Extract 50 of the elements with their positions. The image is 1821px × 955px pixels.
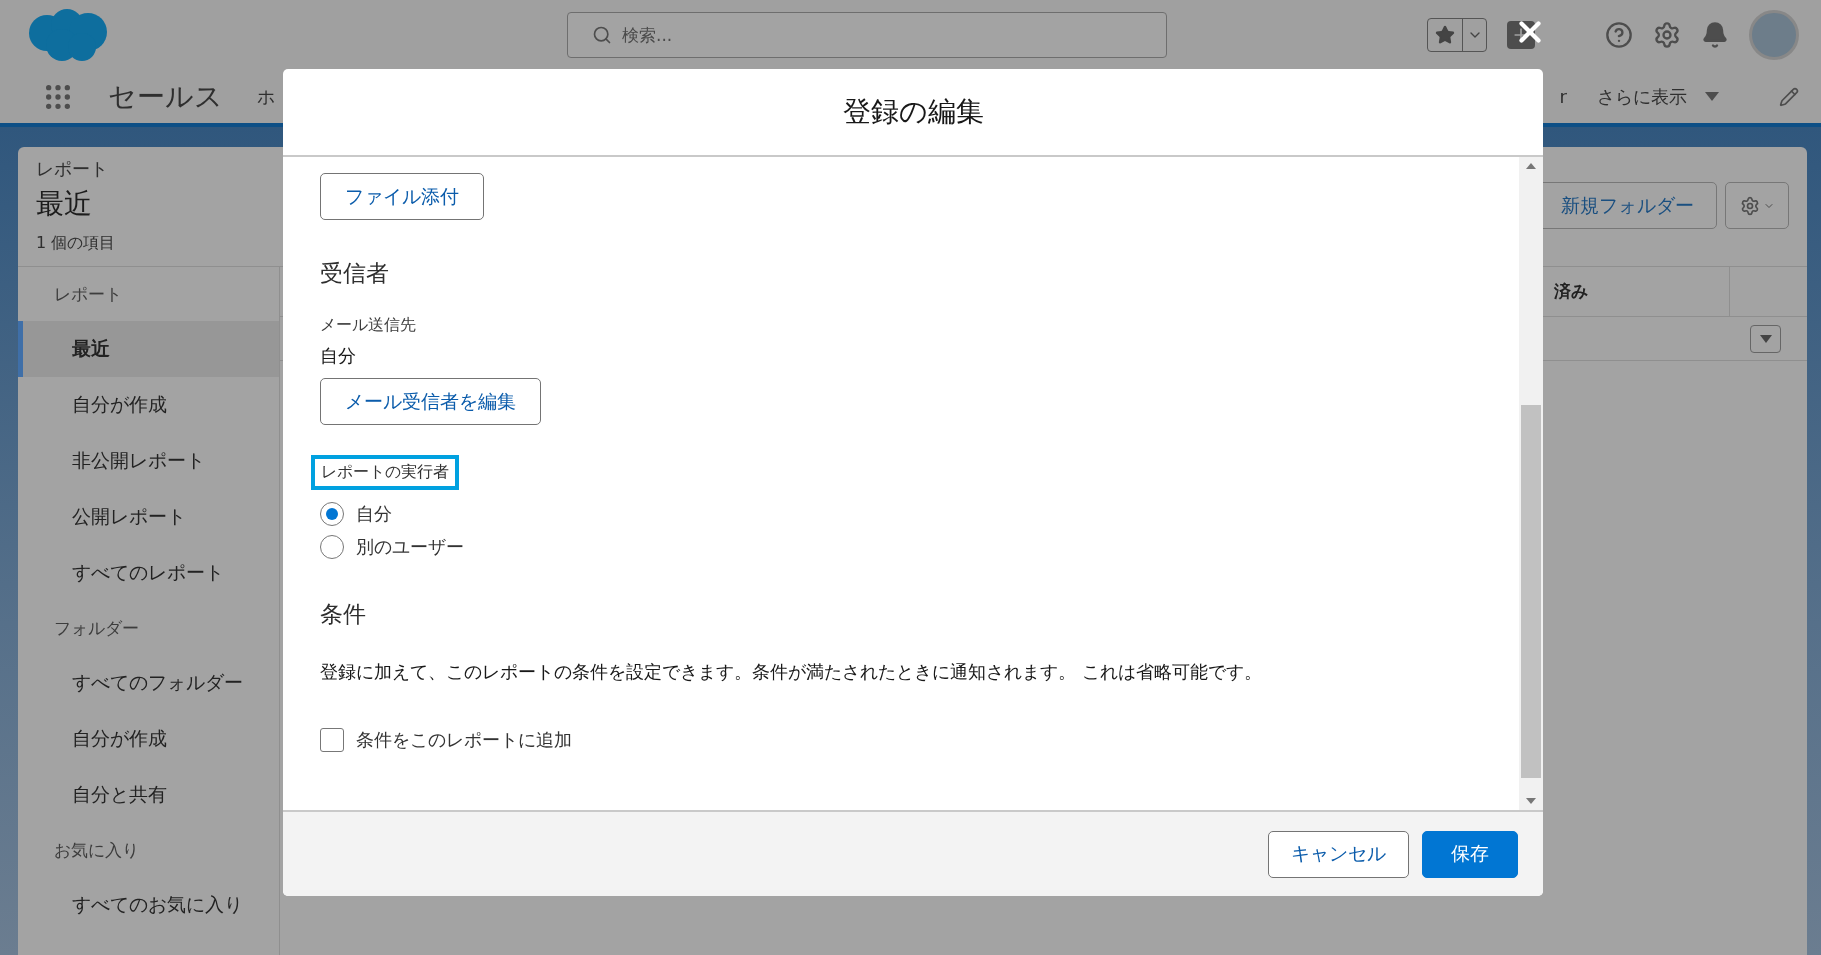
settings-icon[interactable] (1653, 21, 1681, 49)
section-title: 条件 (320, 600, 366, 629)
sidebar-item[interactable]: 自分と共有 (18, 767, 279, 823)
modal-title: 登録の編集 (842, 94, 984, 130)
search-field[interactable]: 検索... (567, 12, 1167, 58)
caret-icon (1759, 334, 1772, 343)
description-text: 登録に加えて、このレポートの条件を設定できます。条件が満たされたときに通知されます。 これは省略可能です。 (320, 660, 1262, 684)
radio-label: 自分 (356, 502, 392, 526)
checkbox[interactable] (320, 728, 344, 752)
column-header: 済み (1553, 280, 1589, 303)
field-label: メール送信先 (320, 315, 416, 336)
row-menu-button[interactable] (1750, 324, 1781, 353)
sidebar-item[interactable]: 自分が作成 (18, 377, 279, 433)
section-heading: お気に入り (53, 838, 140, 862)
scrollbar[interactable] (1519, 157, 1543, 810)
section-heading: レポート (53, 282, 123, 306)
help-icon[interactable] (1605, 21, 1633, 49)
nav-tab[interactable]: r (1559, 86, 1567, 107)
highlighted-label: レポートの実行者 (311, 455, 459, 490)
sidebar-item[interactable]: すべてのレポート (18, 545, 279, 601)
sidebar-item[interactable]: 公開レポート (18, 489, 279, 545)
edit-recipients-button[interactable]: メール受信者を編集 (320, 378, 541, 425)
more-tab[interactable]: さらに表示 (1597, 84, 1687, 109)
cancel-button[interactable]: キャンセル (1268, 830, 1409, 878)
sidebar-item[interactable]: 自分が作成 (18, 711, 279, 767)
settings-menu-button[interactable] (1725, 182, 1789, 229)
item-count: 1 個の項目 (36, 233, 116, 254)
sidebar-item[interactable]: すべてのフォルダー (18, 655, 279, 711)
object-label: レポート (36, 157, 109, 181)
section-title: 受信者 (320, 259, 389, 288)
nav-tab[interactable]: ホ (257, 84, 275, 109)
section-heading: フォルダー (53, 616, 140, 640)
search-icon (592, 25, 612, 45)
scroll-down-icon[interactable] (1526, 798, 1536, 804)
scroll-up-icon[interactable] (1526, 163, 1536, 169)
checkbox-label: 条件をこのレポートに追加 (356, 728, 572, 752)
bell-icon[interactable] (1701, 21, 1729, 49)
sidebar-item[interactable]: 最近 (18, 321, 279, 377)
gear-icon (1739, 195, 1760, 216)
app-name: セールス (108, 78, 223, 115)
save-button[interactable]: 保存 (1422, 830, 1518, 878)
sidebar-item[interactable]: すべてのお気に入り (18, 877, 279, 933)
page-title: 最近 (36, 186, 93, 222)
attach-file-button[interactable]: ファイル添付 (320, 173, 484, 220)
field-value: 自分 (320, 344, 356, 368)
sidebar-item[interactable]: 非公開レポート (18, 433, 279, 489)
radio-label: 別のユーザー (356, 535, 464, 559)
caret-icon[interactable] (1705, 92, 1719, 101)
scrollbar-thumb[interactable] (1521, 405, 1541, 778)
pencil-icon[interactable] (1779, 86, 1799, 107)
